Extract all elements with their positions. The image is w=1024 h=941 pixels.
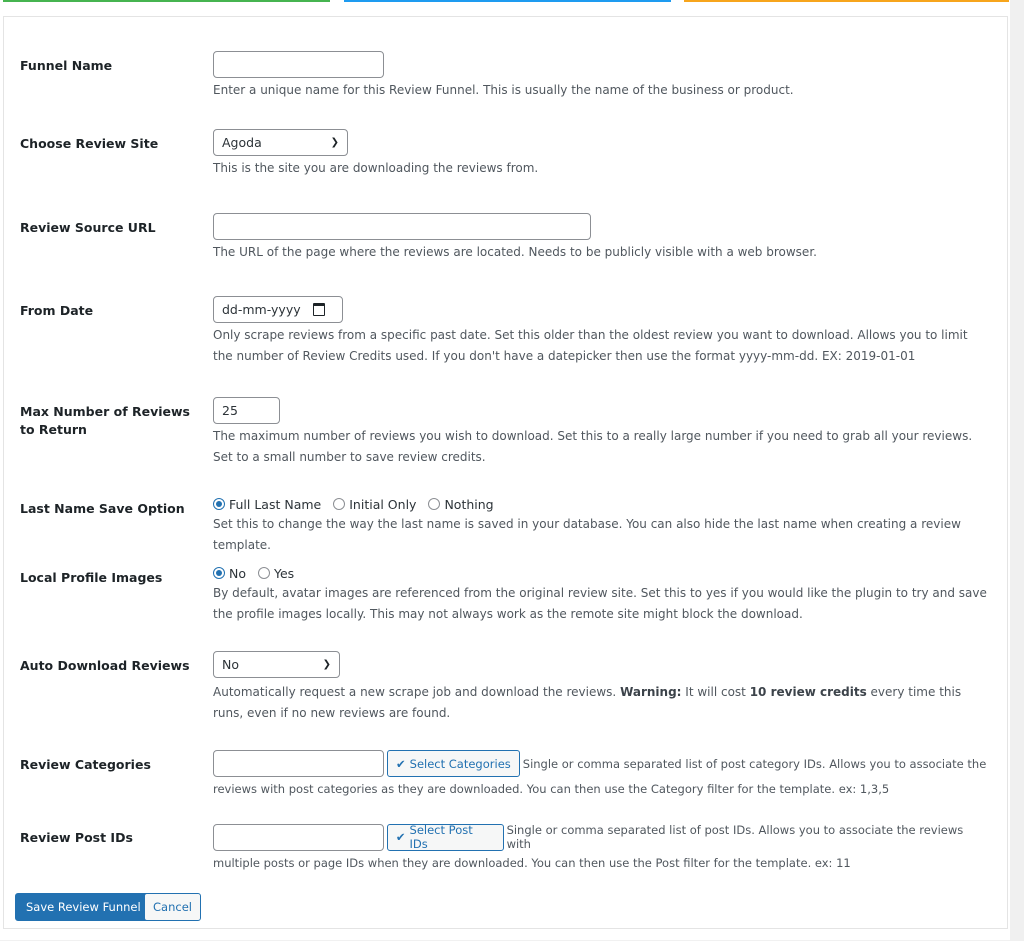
from-date-label: From Date	[20, 303, 94, 318]
auto-download-select[interactable]: No ❯	[213, 651, 340, 678]
radio-checked-icon	[213, 498, 225, 510]
radio-checked-icon	[213, 567, 225, 579]
post-ids-label: Review Post IDs	[20, 830, 133, 845]
date-placeholder: dd-mm-yyyy	[222, 302, 301, 317]
local-images-label: Local Profile Images	[20, 570, 163, 585]
last-name-radio-group: Full Last Name Initial Only Nothing	[213, 494, 991, 514]
from-date-description: Only scrape reviews from a specific past…	[213, 328, 968, 363]
last-name-description: Set this to change the way the last name…	[213, 517, 961, 552]
review-funnel-form: Funnel Name Enter a unique name for this…	[3, 16, 1008, 929]
radio-unchecked-icon	[258, 567, 270, 579]
categories-description: reviews with post categories as they are…	[213, 782, 890, 796]
auto-download-description: Automatically request a new scrape job a…	[213, 685, 962, 720]
review-site-selected: Agoda	[222, 135, 262, 150]
blue-tab-bar	[344, 0, 671, 2]
max-reviews-description: The maximum number of reviews you wish t…	[213, 429, 973, 464]
select-categories-button[interactable]: ✔ Select Categories	[387, 750, 520, 777]
max-reviews-input[interactable]	[213, 397, 280, 424]
review-site-select[interactable]: Agoda ❯	[213, 129, 348, 156]
scrollbar[interactable]	[1010, 0, 1024, 941]
radio-initial-only[interactable]: Initial Only	[333, 497, 416, 512]
funnel-name-description: Enter a unique name for this Review Funn…	[213, 83, 794, 97]
review-site-label: Choose Review Site	[20, 136, 159, 151]
green-tab-bar	[3, 0, 330, 2]
auto-download-selected: No	[222, 657, 239, 672]
source-url-label: Review Source URL	[20, 220, 156, 235]
from-date-input[interactable]: dd-mm-yyyy	[213, 296, 343, 323]
categories-input[interactable]	[213, 750, 384, 777]
save-review-funnel-button[interactable]: Save Review Funnel	[15, 893, 152, 921]
radio-nothing[interactable]: Nothing	[428, 497, 494, 512]
radio-unchecked-icon	[428, 498, 441, 510]
top-status-bars	[0, 0, 1010, 16]
funnel-name-label: Funnel Name	[20, 58, 113, 73]
radio-yes[interactable]: Yes	[258, 566, 294, 581]
chevron-down-icon: ❯	[330, 137, 339, 148]
post-ids-description-inline: Single or comma separated list of post I…	[506, 823, 964, 851]
post-ids-description: multiple posts or page IDs when they are…	[213, 856, 851, 870]
funnel-name-input[interactable]	[213, 51, 384, 78]
source-url-description: The URL of the page where the reviews ar…	[213, 245, 817, 259]
local-images-radio-group: No Yes	[213, 563, 991, 583]
categories-label: Review Categories	[20, 757, 151, 772]
local-images-description: By default, avatar images are referenced…	[213, 586, 987, 621]
source-url-input[interactable]	[213, 213, 591, 240]
radio-unchecked-icon	[333, 498, 346, 510]
checkmark-icon: ✔	[396, 756, 406, 771]
post-ids-input[interactable]	[213, 823, 384, 851]
chevron-down-icon: ❯	[322, 659, 331, 670]
calendar-icon[interactable]	[312, 303, 325, 316]
radio-no[interactable]: No	[213, 566, 246, 581]
last-name-label: Last Name Save Option	[20, 501, 185, 516]
auto-download-label: Auto Download Reviews	[20, 658, 190, 673]
categories-description-inline: Single or comma separated list of post c…	[522, 756, 987, 771]
cancel-button[interactable]: Cancel	[144, 893, 201, 921]
select-post-ids-button[interactable]: ✔ Select Post IDs	[386, 823, 504, 851]
radio-full-last-name[interactable]: Full Last Name	[213, 497, 321, 512]
checkmark-icon: ✔	[395, 830, 406, 844]
max-reviews-label: Max Number of Reviews to Return	[20, 404, 190, 437]
orange-tab-bar	[684, 0, 1009, 2]
review-site-description: This is the site you are downloading the…	[213, 161, 539, 175]
